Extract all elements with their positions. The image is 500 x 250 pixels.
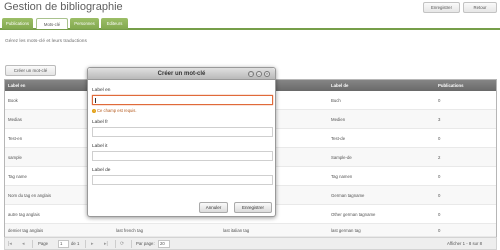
label-it-input[interactable] [92,151,273,161]
dialog-title: Créer un mot-clé [157,71,206,77]
label-de-label: Label de [92,168,111,173]
cancel-button[interactable]: Annuler [199,202,228,213]
text-caret [95,98,96,103]
field-error-text: Ce champ est requis. [97,108,137,113]
dialog-save-button[interactable]: Enregistrer [234,202,272,213]
minimize-icon[interactable]: – [256,71,262,77]
field-error-message: ! Ce champ est requis. [92,108,137,113]
label-de-input[interactable] [92,175,273,185]
warning-icon: ! [92,108,96,113]
label-it-label: Label it [92,144,108,149]
close-icon[interactable]: × [264,71,270,77]
label-en-label: Label en [92,88,111,93]
create-keyword-dialog: Créer un mot-clé – × □ Label en ! Ce cham… [87,67,276,217]
maximize-icon[interactable]: □ [248,71,254,77]
label-fr-input[interactable] [92,127,273,137]
label-en-input[interactable] [92,95,273,105]
dialog-titlebar[interactable]: Créer un mot-clé – × □ [88,68,275,80]
label-fr-label: Label fr [92,120,108,125]
